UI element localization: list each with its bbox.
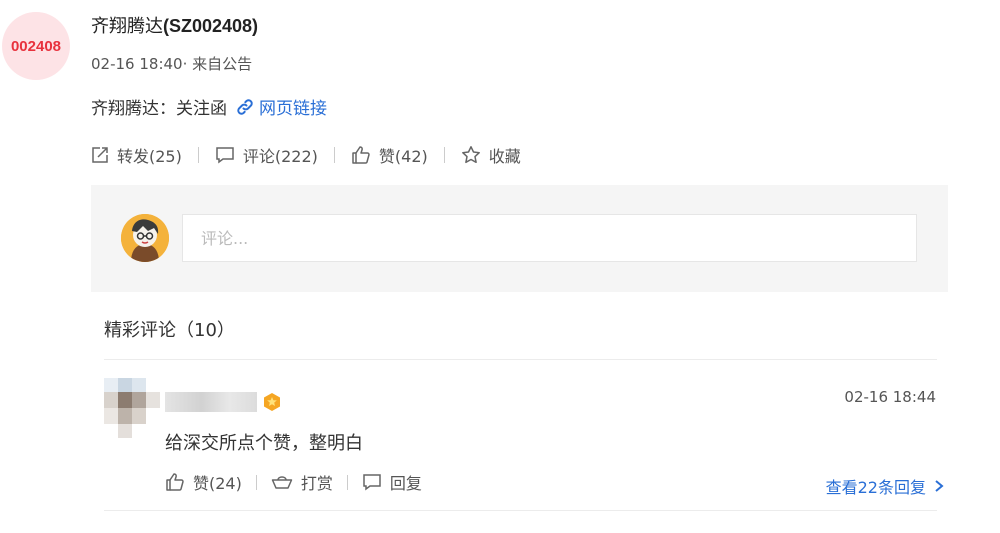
web-link[interactable]: 网页链接 <box>235 94 327 119</box>
divider <box>443 147 445 163</box>
link-icon <box>237 98 253 115</box>
comment-actions: 赞(24) 打赏 回复 <box>165 470 422 494</box>
star-icon <box>461 146 480 164</box>
comment-button[interactable]: 评论(222) <box>215 143 318 167</box>
chevron-right-icon <box>935 480 944 492</box>
comment-box <box>91 185 948 292</box>
post-author[interactable]: 齐翔腾达(SZ002408) <box>91 12 258 38</box>
post-time: 02-16 18:40 <box>91 55 183 73</box>
stock-avatar[interactable]: 002408 <box>2 12 70 80</box>
view-replies-link[interactable]: 查看22条回复 <box>826 474 944 498</box>
post-actions: 转发(25) 评论(222) 赞(42) 收藏 <box>91 143 521 167</box>
divider <box>197 147 199 163</box>
author-name[interactable]: 齐翔腾达 <box>91 16 163 37</box>
post-text: 齐翔腾达：关注函 <box>91 99 227 119</box>
comment-input[interactable] <box>182 214 917 262</box>
post-source: · 来自公告 <box>182 55 253 73</box>
commenter-name-blurred[interactable] <box>165 392 257 412</box>
user-avatar[interactable] <box>121 214 169 262</box>
reward-button[interactable]: 打赏 <box>271 470 333 494</box>
divider <box>333 147 335 163</box>
thumbs-up-icon <box>166 473 184 491</box>
divider <box>104 510 937 511</box>
comment-text: 给深交所点个赞，整明白 <box>165 433 363 454</box>
vip-badge-icon <box>264 393 280 411</box>
hot-comments-title: 精彩评论（10） <box>104 320 235 341</box>
post-content: 齐翔腾达：关注函 网页链接 <box>91 94 327 119</box>
commenter-avatar[interactable] <box>104 378 160 438</box>
post-meta: 02-16 18:40· 来自公告 <box>91 53 252 74</box>
share-icon <box>92 147 108 163</box>
thumbs-up-icon <box>352 146 370 164</box>
user-avatar-illustration <box>121 214 169 262</box>
author-code[interactable]: (SZ002408) <box>163 16 258 36</box>
favorite-button[interactable]: 收藏 <box>461 143 521 167</box>
divider <box>104 359 937 360</box>
repost-button[interactable]: 转发(25) <box>91 143 182 167</box>
comment-time: 02-16 18:44 <box>844 388 936 406</box>
comment-like-button[interactable]: 赞(24) <box>165 470 242 494</box>
like-button[interactable]: 赞(42) <box>351 143 428 167</box>
comment-icon <box>363 474 381 491</box>
reply-button[interactable]: 回复 <box>362 470 422 494</box>
divider <box>255 474 257 490</box>
web-link-label[interactable]: 网页链接 <box>259 94 327 119</box>
ingot-icon <box>271 476 293 489</box>
divider <box>346 474 348 490</box>
comment-icon <box>216 147 234 164</box>
